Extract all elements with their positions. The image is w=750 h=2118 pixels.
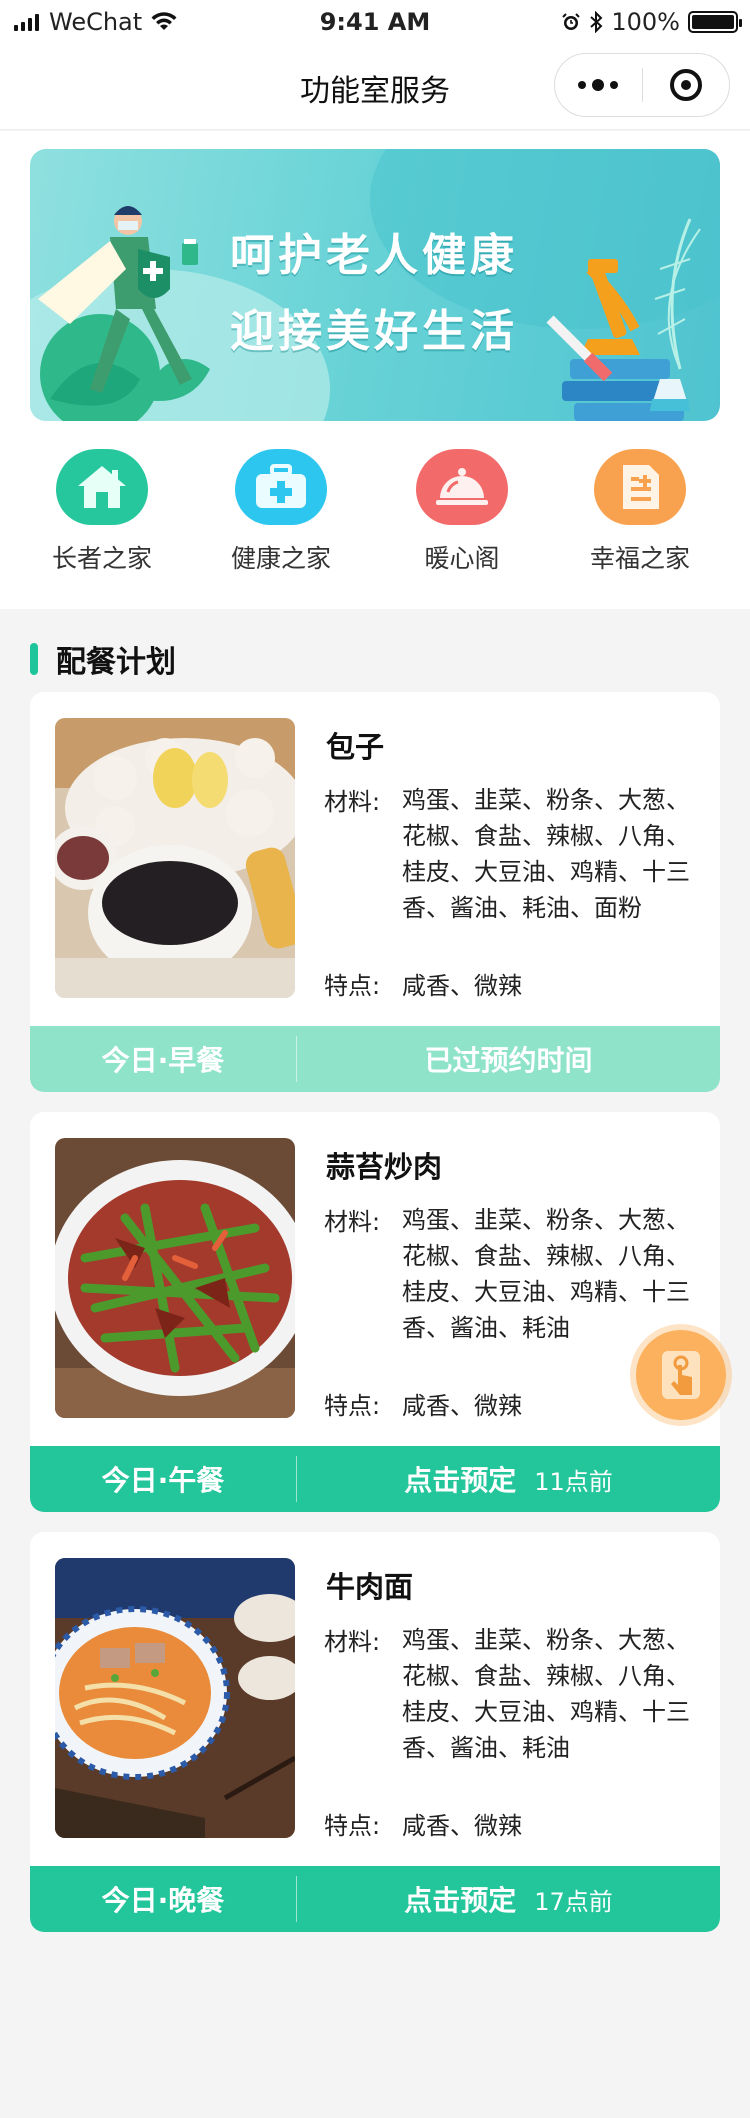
meal-photo-beef-noodles (55, 1558, 295, 1838)
meal-photo-garlic-stir-fry (55, 1138, 295, 1418)
features-text: 咸香、微辣 (402, 972, 522, 1000)
meal-name: 包子 (326, 730, 385, 764)
close-mini-program-button[interactable] (643, 69, 730, 101)
banner-headline: 呵护老人健康 (230, 230, 518, 281)
booking-deadline: 17点前 (534, 1888, 613, 1916)
features-label: 特点: (324, 1392, 381, 1420)
category-health-home[interactable]: 健康之家 (201, 449, 361, 575)
booking-deadline: 11点前 (534, 1468, 613, 1496)
meal-card: 蒜苔炒肉 材料: 鸡蛋、韭菜、粉条、大葱、花椒、食盐、辣椒、八角、桂皮、大豆油、… (30, 1112, 720, 1512)
meal-footer: 今日·午餐 点击预定 11点前 (30, 1446, 720, 1512)
alarm-icon (562, 13, 581, 30)
category-happiness-home[interactable]: 幸福之家 (560, 449, 720, 575)
floating-touch-button[interactable] (636, 1330, 726, 1420)
materials-label: 材料: (324, 1208, 381, 1236)
meal-footer: 今日·早餐 已过预约时间 (30, 1026, 720, 1092)
meal-card: 包子 材料: 鸡蛋、韭菜、粉条、大葱、花椒、食盐、辣椒、八角、桂皮、大豆油、鸡精… (30, 692, 720, 1092)
materials-label: 材料: (324, 788, 381, 816)
status-right: 100% (561, 8, 742, 36)
book-now-label: 点击预定 (404, 1464, 517, 1497)
doctor-illustration (38, 206, 210, 421)
meal-time: 今日·晚餐 (101, 1884, 225, 1917)
banner-subline: 迎接美好生活 (230, 306, 518, 357)
meal-name: 蒜苔炒肉 (326, 1150, 443, 1184)
category-label: 幸福之家 (589, 544, 690, 573)
features-label: 特点: (324, 972, 381, 1000)
meal-card: 牛肉面 材料: 鸡蛋、韭菜、粉条、大葱、花椒、食盐、辣椒、八角、桂皮、大豆油、鸡… (30, 1532, 720, 1932)
section-accent-bar (30, 643, 38, 675)
category-icons: 长者之家 健康之家 暖心阁 幸福之家 (0, 449, 750, 589)
status-bar: WeChat 9:41 AM 100% (0, 0, 750, 44)
book-now-button[interactable]: 点击预定 11点前 (297, 1459, 720, 1499)
features-text: 咸香、微辣 (402, 1392, 522, 1420)
document-list-icon (594, 449, 686, 525)
food-cloche-icon (416, 449, 508, 525)
category-label: 长者之家 (51, 544, 152, 573)
house-icon (56, 449, 148, 525)
materials-label: 材料: (324, 1628, 381, 1656)
category-warm-pavilion[interactable]: 暖心阁 (382, 449, 542, 575)
battery-percent: 100% (611, 8, 680, 36)
section-title: 配餐计划 (56, 645, 176, 680)
top-area: 呵护老人健康 迎接美好生活 长者之家 健康之家 暖心阁 幸福之家 (0, 131, 750, 609)
materials-text: 鸡蛋、韭菜、粉条、大葱、花椒、食盐、辣椒、八角、桂皮、大豆油、鸡精、十三香、酱油… (402, 786, 690, 922)
mini-program-capsule (554, 53, 730, 117)
materials-text: 鸡蛋、韭菜、粉条、大葱、花椒、食盐、辣椒、八角、桂皮、大豆油、鸡精、十三香、酱油… (402, 1626, 690, 1762)
category-elder-home[interactable]: 长者之家 (22, 449, 182, 575)
meal-name: 牛肉面 (326, 1570, 414, 1604)
meal-time: 今日·早餐 (101, 1044, 225, 1077)
book-now-button[interactable]: 点击预定 17点前 (297, 1879, 720, 1919)
tap-hand-icon (662, 1351, 700, 1399)
features-text: 咸香、微辣 (402, 1812, 522, 1840)
meal-footer: 今日·晚餐 点击预定 17点前 (30, 1866, 720, 1932)
book-now-label: 点击预定 (404, 1884, 517, 1917)
materials-text: 鸡蛋、韭菜、粉条、大葱、花椒、食盐、辣椒、八角、桂皮、大豆油、鸡精、十三香、酱油… (402, 1206, 690, 1342)
category-label: 暖心阁 (424, 544, 500, 573)
booking-closed-status: 已过预约时间 (297, 1039, 720, 1079)
more-menu-button[interactable] (555, 79, 642, 91)
meal-photo-baozi (55, 718, 295, 998)
features-label: 特点: (324, 1812, 381, 1840)
bluetooth-icon (590, 11, 603, 33)
banner[interactable]: 呵护老人健康 迎接美好生活 (30, 149, 720, 421)
first-aid-kit-icon (235, 449, 327, 525)
booking-status-text: 已过预约时间 (424, 1044, 593, 1077)
category-label: 健康之家 (230, 544, 331, 573)
navigation-bar: 功能室服务 (0, 44, 750, 130)
section-header: 配餐计划 (30, 637, 176, 681)
meal-time: 今日·午餐 (101, 1464, 225, 1497)
battery-icon (688, 11, 742, 33)
lab-illustration (546, 218, 701, 421)
